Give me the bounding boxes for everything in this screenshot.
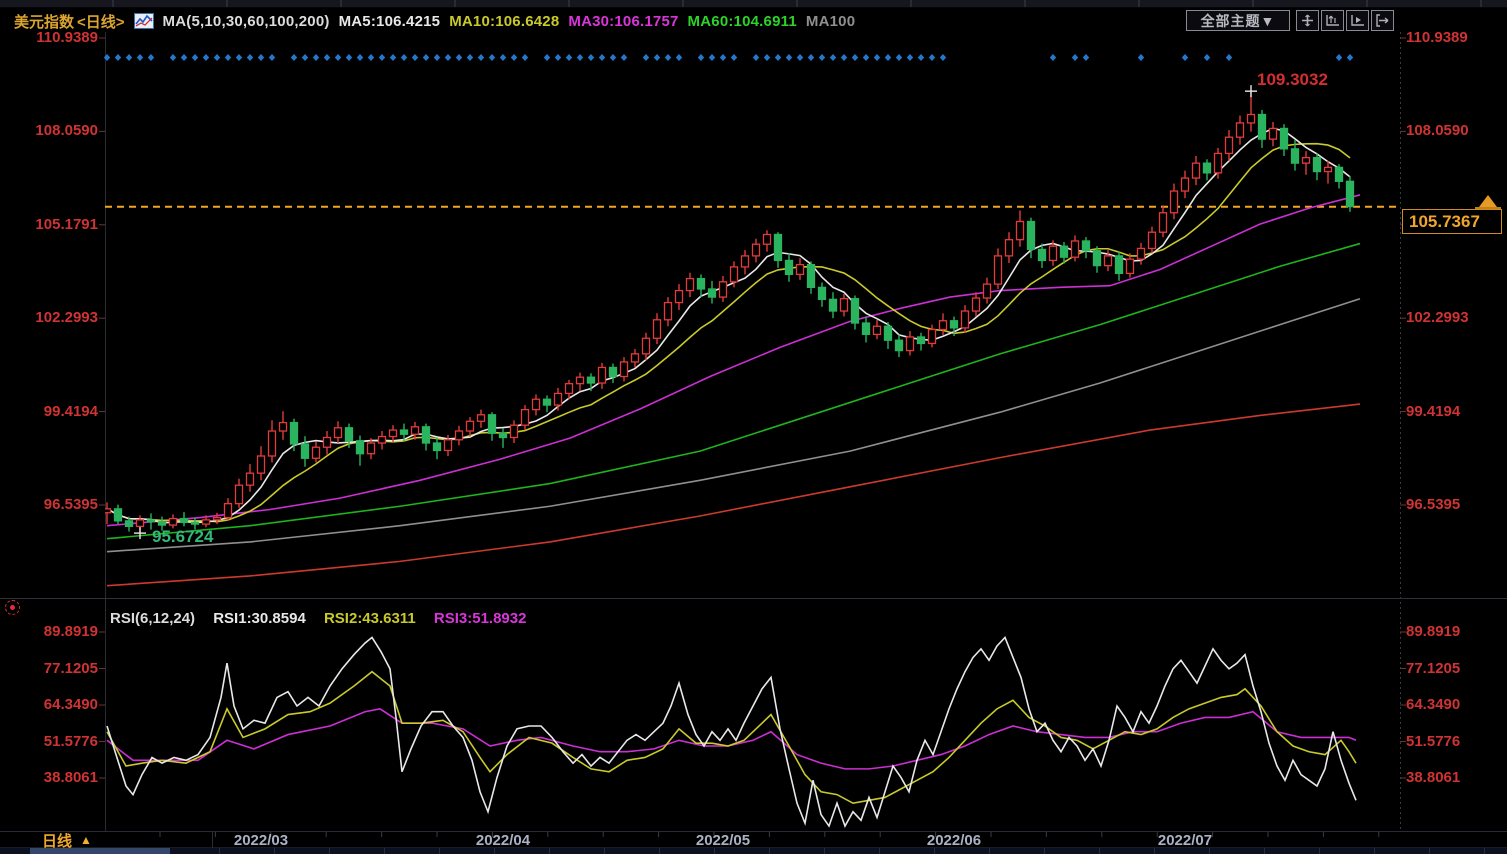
ma30-value: MA30:106.1757 <box>568 12 679 30</box>
ma10-value: MA10:106.6428 <box>449 12 560 30</box>
rsi1-value: RSI1:30.8594 <box>213 610 306 627</box>
current-price-tag: 105.7367 <box>1402 209 1502 234</box>
price-axis-label-right: 99.4194 <box>1406 402 1461 420</box>
rsi-axis-label-right: 38.8061 <box>1406 769 1461 786</box>
cropped-scrollbar-strip[interactable] <box>0 848 1507 854</box>
period-low-label: 95.6724 <box>152 527 214 546</box>
indicator-legend: 美元指数 <日线> MA(5,10,30,60,100,200) MA5:106… <box>0 11 855 32</box>
rsi-axis-label-right: 89.8919 <box>1406 623 1461 640</box>
price-axis-label-right: 96.5395 <box>1406 495 1461 513</box>
move-cross-button[interactable] <box>1296 10 1319 31</box>
price-axis-label-left: 99.4194 <box>43 402 98 420</box>
cropped-toolbar-strip <box>0 0 1507 8</box>
price-axis-label-left: 102.2993 <box>35 309 98 327</box>
ma60-value: MA60:104.6911 <box>687 12 797 30</box>
axis-play-icon <box>1351 15 1364 26</box>
axis-left-button[interactable] <box>1321 10 1344 31</box>
exit-right-icon <box>1376 14 1389 27</box>
price-axis-label-left: 96.5395 <box>43 495 98 513</box>
date-axis-label: 2022/06 <box>926 832 982 849</box>
chart-icon <box>133 13 154 29</box>
rsi-axis-label-left: 51.5776 <box>43 732 98 750</box>
period-tag: <日线> <box>77 13 125 31</box>
date-axis-label: 2022/07 <box>1157 832 1213 849</box>
exit-right-button[interactable] <box>1371 10 1394 31</box>
price-axis-label-left: 108.0590 <box>35 122 98 140</box>
rsi-axis-label-left: 77.1205 <box>43 659 98 677</box>
rsi-legend: RSI(6,12,24) RSI1:30.8594 RSI2:43.6311 R… <box>110 610 540 627</box>
rsi-axis-label-left: 64.3490 <box>43 696 98 713</box>
rsi-axis-label-right: 77.1205 <box>1406 659 1461 677</box>
date-axis: 2022/03 2022/04 2022/05 2022/06 2022/07 <box>0 832 1507 849</box>
rsi-axis-label-right: 64.3490 <box>1406 696 1461 713</box>
rsi-axis-label-left: 89.8919 <box>43 623 98 640</box>
ma5-value: MA5:106.4215 <box>338 12 441 30</box>
rsi-settings-label: RSI(6,12,24) <box>110 610 196 627</box>
date-axis-label: 2022/05 <box>695 832 751 849</box>
price-rsi-chart-canvas[interactable] <box>0 0 1507 854</box>
axis-left-icon <box>1326 15 1339 26</box>
period-high-label: 109.3032 <box>1257 70 1328 89</box>
ma100-label: MA100 <box>805 12 856 30</box>
ma-settings-label: MA(5,10,30,60,100,200) <box>162 12 330 30</box>
rsi-axis-label-right: 51.5776 <box>1406 732 1461 750</box>
price-axis-label-right: 108.0590 <box>1406 122 1469 140</box>
axis-play-button[interactable] <box>1346 10 1369 31</box>
date-axis-label: 2022/03 <box>233 832 289 849</box>
scrollbar-thumb[interactable] <box>30 848 170 854</box>
all-themes-button[interactable]: 全部主题▼ <box>1186 10 1290 31</box>
rsi-axis-label-left: 38.8061 <box>43 769 98 786</box>
symbol-name: 美元指数 <box>14 13 75 31</box>
price-axis-label-right: 102.2993 <box>1406 309 1469 327</box>
price-axis-label-left: 105.1791 <box>35 215 98 233</box>
rsi2-value: RSI2:43.6311 <box>323 610 416 627</box>
date-axis-label: 2022/04 <box>475 832 531 849</box>
move-cross-icon <box>1302 14 1313 27</box>
indicator-target-icon[interactable] <box>5 600 20 615</box>
rsi3-value: RSI3:51.8932 <box>433 610 527 627</box>
chart-header: 美元指数 <日线> MA(5,10,30,60,100,200) MA5:106… <box>0 8 1507 34</box>
